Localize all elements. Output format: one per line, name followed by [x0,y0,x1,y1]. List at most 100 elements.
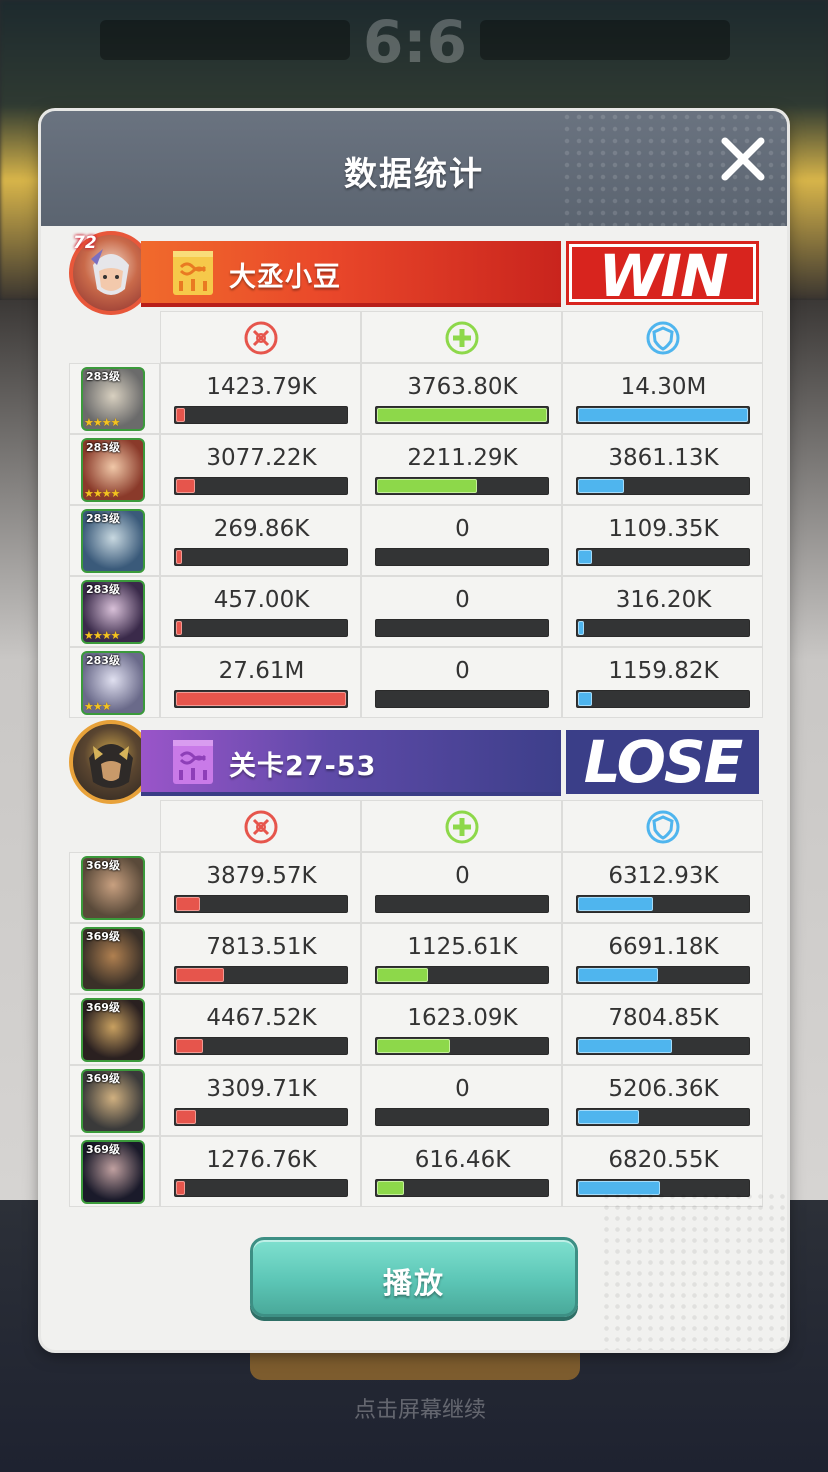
heal-bar-fill [377,408,547,422]
shield-bar-fill [578,968,658,982]
shield-value: 316.20K [615,587,712,613]
heal-bar [375,1037,549,1055]
shield-bar-fill [578,479,624,493]
heal-cell: 1125.61K [361,923,562,994]
hero-stat-row: 283级 ★★★★ 457.00K 0 316.20K [69,576,763,647]
close-button[interactable] [715,131,771,187]
heal-cell: 616.46K [361,1136,562,1207]
damage-icon [244,810,278,844]
damage-bar [174,548,348,566]
hero-level: 283级 [86,654,120,667]
damage-cell: 27.61M [160,647,361,718]
damage-bar [174,619,348,637]
shield-value: 3861.13K [608,445,719,471]
damage-cell: 7813.51K [160,923,361,994]
player-name: 大丞小豆 [229,262,341,293]
shield-cell: 5206.36K [562,1065,763,1136]
heal-bar [375,1108,549,1126]
heal-bar-fill [377,1039,450,1053]
heal-value: 0 [455,658,470,684]
damage-bar-fill [176,408,185,422]
hero-level: 283级 [86,441,120,454]
damage-bar [174,690,348,708]
hero-cell: 283级 ★★★★ [69,434,160,505]
player-banner-underline [141,303,561,307]
hero-stat-row: 369级 7813.51K 1125.61K 6691.18K [69,923,763,994]
hero-level: 283级 [86,512,120,525]
background-score: 6:6 [363,8,467,76]
dialog-title: 数据统计 [344,154,484,193]
shield-value: 7804.85K [608,1005,719,1031]
enemy-banner-underline [141,792,561,796]
shield-value: 14.30M [620,374,707,400]
hero-cell: 369级 [69,994,160,1065]
damage-bar [174,1179,348,1197]
hero-level: 369级 [86,1072,120,1085]
damage-bar-fill [176,692,346,706]
shield-value: 6820.55K [608,1147,719,1173]
heal-bar [375,477,549,495]
damage-bar [174,477,348,495]
stat-icon-row [69,311,763,363]
shield-bar [576,619,750,637]
damage-bar-fill [176,550,182,564]
enemy-emblem-icon [173,740,213,784]
damage-bar-fill [176,479,195,493]
shield-icon [646,810,680,844]
guild-emblem-icon [173,251,213,295]
damage-bar-fill [176,1110,196,1124]
hero-stars: ★★★★ [84,416,120,429]
damage-bar [174,966,348,984]
shield-value: 1109.35K [608,516,719,542]
damage-bar-fill [176,968,224,982]
shield-bar [576,690,750,708]
damage-value: 3879.57K [206,863,317,889]
heal-cell: 0 [361,576,562,647]
damage-value: 1423.79K [206,374,317,400]
hero-stat-row: 369级 3879.57K 0 6312.93K [69,852,763,923]
heal-bar [375,548,549,566]
heal-bar-fill [377,479,477,493]
hero-stars: ★★★ [84,700,112,713]
heal-bar [375,966,549,984]
shield-value: 6312.93K [608,863,719,889]
damage-cell: 3309.71K [160,1065,361,1136]
heal-icon [445,321,479,355]
damage-cell: 1423.79K [160,363,361,434]
stats-dialog: 数据统计 72 大丞小豆 WIN 283级 ★★★★ 1423.79K 3763… [41,111,787,1350]
dialog-header: 数据统计 [41,111,787,226]
damage-bar-fill [176,621,182,635]
shield-bar [576,477,750,495]
heal-value: 1623.09K [407,1005,518,1031]
heal-header-cell [361,311,562,363]
heal-value: 2211.29K [407,445,518,471]
hero-level: 283级 [86,370,120,383]
background-team-bar-right [480,20,730,60]
damage-value: 27.61M [218,658,305,684]
hero-stat-row: 369级 4467.52K 1623.09K 7804.85K [69,994,763,1065]
heal-value: 0 [455,1076,470,1102]
play-button[interactable]: 播放 [250,1237,578,1317]
shield-cell: 1159.82K [562,647,763,718]
close-icon [721,137,765,181]
hero-cell: 369级 [69,1065,160,1136]
shield-bar-fill [578,408,748,422]
heal-bar-fill [377,968,428,982]
heal-header-cell [361,800,562,852]
stat-icon-row [69,800,763,852]
shield-bar-fill [578,1039,672,1053]
damage-bar-fill [176,1181,185,1195]
shield-bar [576,1037,750,1055]
heal-bar [375,690,549,708]
shield-cell: 6691.18K [562,923,763,994]
damage-value: 269.86K [213,516,310,542]
damage-bar [174,1108,348,1126]
damage-icon [244,321,278,355]
shield-cell: 7804.85K [562,994,763,1065]
result-win-label: WIN [566,241,759,305]
hero-level: 369级 [86,1001,120,1014]
damage-bar-fill [176,1039,203,1053]
shield-bar [576,548,750,566]
shield-header-cell [562,800,763,852]
shield-bar-fill [578,692,592,706]
